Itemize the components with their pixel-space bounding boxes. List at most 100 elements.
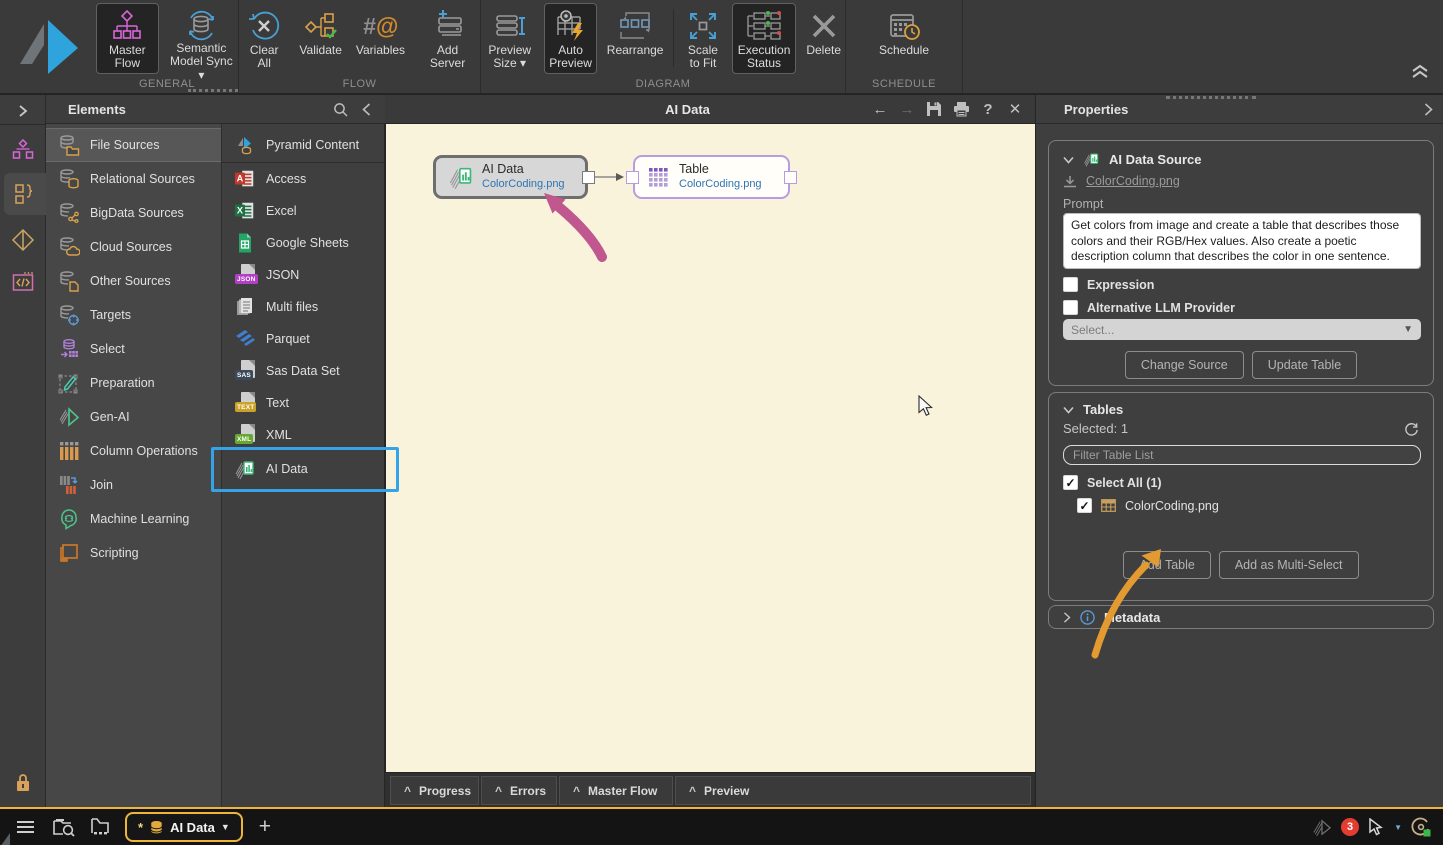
save-button[interactable] — [924, 99, 944, 119]
item-xml[interactable]: XML XML — [222, 419, 384, 451]
redo-button[interactable]: → — [897, 99, 917, 119]
new-tab-button[interactable]: + — [259, 815, 271, 839]
rail-master-flow-button[interactable] — [0, 133, 46, 167]
elements-collapse-button[interactable] — [353, 103, 379, 116]
validate-button[interactable]: Validate — [295, 3, 345, 74]
item-excel[interactable]: X Excel — [222, 195, 384, 227]
category-join[interactable]: Join — [46, 468, 221, 502]
resize-handle[interactable] — [1166, 96, 1256, 99]
category-cloud-sources[interactable]: Cloud Sources — [46, 230, 221, 264]
app-window: Master Flow Semantic Model Sync ▾ — [0, 0, 1443, 845]
tab-progress[interactable]: ^ Progress — [390, 776, 479, 805]
item-text[interactable]: TEXT Text — [222, 387, 384, 419]
variables-button[interactable]: #@ Variables — [352, 3, 409, 74]
rail-model-button[interactable] — [0, 223, 46, 257]
ribbon-collapse-button[interactable] — [1409, 62, 1431, 80]
chevron-down-icon[interactable] — [1063, 406, 1074, 414]
category-targets[interactable]: Targets — [46, 298, 221, 332]
item-google-sheets[interactable]: Google Sheets — [222, 227, 384, 259]
category-select[interactable]: Select — [46, 332, 221, 366]
add-server-button[interactable]: Add Server — [415, 3, 480, 74]
table-item-checkbox[interactable] — [1077, 498, 1092, 513]
svg-text:A: A — [237, 174, 244, 184]
node-input-port[interactable] — [626, 171, 639, 184]
add-table-button[interactable]: Add Table — [1123, 551, 1210, 579]
item-label: JSON — [266, 268, 299, 282]
flow-canvas[interactable]: AI Data ColorCoding.png Table ColorCo — [385, 124, 1035, 772]
rearrange-button[interactable]: Rearrange — [603, 3, 668, 74]
print-button[interactable] — [951, 99, 971, 119]
tab-errors[interactable]: ^ Errors — [481, 776, 557, 805]
resize-handle[interactable] — [188, 89, 238, 92]
category-relational-sources[interactable]: Relational Sources — [46, 162, 221, 196]
category-machine-learning[interactable]: Machine Learning — [46, 502, 221, 536]
update-table-button[interactable]: Update Table — [1252, 351, 1357, 379]
google-sheets-icon — [234, 232, 256, 254]
node-table[interactable]: Table ColorCoding.png — [633, 155, 790, 199]
category-bigdata-sources[interactable]: BigData Sources — [46, 196, 221, 230]
help-button[interactable]: ? — [978, 99, 998, 119]
category-gen-ai[interactable]: Gen-AI — [46, 400, 221, 434]
metadata-section[interactable]: Metadata — [1048, 605, 1434, 629]
undo-button[interactable]: ← — [870, 99, 890, 119]
item-parquet[interactable]: Parquet — [222, 323, 384, 355]
open-content-button[interactable] — [53, 818, 75, 837]
connection-status-icon[interactable] — [1411, 817, 1431, 837]
select-all-checkbox[interactable] — [1063, 475, 1078, 490]
category-preparation[interactable]: Preparation — [46, 366, 221, 400]
item-json[interactable]: JSON JSON — [222, 259, 384, 291]
node-output-port[interactable] — [784, 171, 797, 184]
item-pyramid-content[interactable]: Pyramid Content — [222, 128, 384, 163]
node-ai-data[interactable]: AI Data ColorCoding.png — [433, 155, 588, 199]
change-source-button[interactable]: Change Source — [1125, 351, 1244, 379]
preview-size-button[interactable]: Preview Size ▾ — [481, 3, 538, 74]
close-button[interactable]: ✕ — [1005, 99, 1025, 119]
source-file-link[interactable]: ColorCoding.png — [1086, 174, 1180, 188]
prompt-textarea[interactable]: Get colors from image and create a table… — [1063, 213, 1421, 269]
alternative-llm-checkbox[interactable] — [1063, 300, 1078, 315]
category-other-sources[interactable]: Other Sources — [46, 264, 221, 298]
scale-to-fit-button[interactable]: Scale to Fit — [680, 3, 726, 74]
download-icon[interactable] — [1063, 175, 1077, 188]
lock-button[interactable] — [0, 773, 46, 793]
elements-search-button[interactable] — [327, 102, 353, 117]
filter-table-input[interactable] — [1063, 445, 1421, 465]
pointer-icon[interactable] — [1368, 818, 1385, 836]
add-multi-select-button[interactable]: Add as Multi-Select — [1219, 551, 1359, 579]
select-area-button[interactable] — [89, 818, 111, 837]
taskbar: * AI Data ▼ + 3 ▼ — [0, 807, 1443, 845]
category-scripting[interactable]: Scripting — [46, 536, 221, 570]
item-sas-data-set[interactable]: SAS Sas Data Set — [222, 355, 384, 387]
tab-master-flow[interactable]: ^ Master Flow — [559, 776, 673, 805]
node-output-port[interactable] — [582, 171, 595, 184]
tab-preview[interactable]: ^ Preview — [675, 776, 1031, 805]
schedule-button[interactable]: Schedule — [875, 3, 933, 74]
chevron-down-icon[interactable] — [1063, 156, 1074, 164]
auto-preview-button[interactable]: Auto Preview — [544, 3, 596, 74]
refresh-icon[interactable] — [1404, 421, 1419, 436]
item-label: Text — [266, 396, 289, 410]
item-access[interactable]: A Access — [222, 163, 384, 195]
category-column-operations[interactable]: Column Operations — [46, 434, 221, 468]
rail-data-flow-button[interactable] — [4, 173, 46, 215]
rail-expand-button[interactable] — [0, 97, 46, 125]
chevron-down-icon[interactable]: ▼ — [1394, 823, 1402, 832]
clear-all-button[interactable]: Clear All — [239, 3, 289, 74]
item-multi-files[interactable]: Multi files — [222, 291, 384, 323]
delete-button[interactable]: Delete — [802, 3, 845, 74]
document-tab-ai-data[interactable]: * AI Data ▼ — [125, 812, 243, 842]
properties-collapse-button[interactable] — [1424, 103, 1433, 116]
notification-badge[interactable]: 3 — [1341, 818, 1359, 836]
menu-button[interactable] — [16, 820, 35, 834]
rail-script-button[interactable] — [0, 265, 46, 299]
category-file-sources[interactable]: File Sources — [46, 128, 221, 162]
pyramid-logo[interactable] — [10, 12, 84, 80]
semantic-model-sync-button[interactable]: Semantic Model Sync ▾ — [165, 3, 238, 74]
ribbon-group-diagram: Preview Size ▾ Auto Preview — [480, 0, 845, 93]
llm-provider-select[interactable]: Select... ▼ — [1063, 319, 1421, 340]
item-ai-data[interactable]: AI Data — [222, 451, 384, 487]
master-flow-button[interactable]: Master Flow — [96, 3, 159, 74]
expression-checkbox[interactable] — [1063, 277, 1078, 292]
table-node-icon — [647, 165, 671, 189]
execution-status-button[interactable]: Execution Status — [732, 3, 797, 74]
